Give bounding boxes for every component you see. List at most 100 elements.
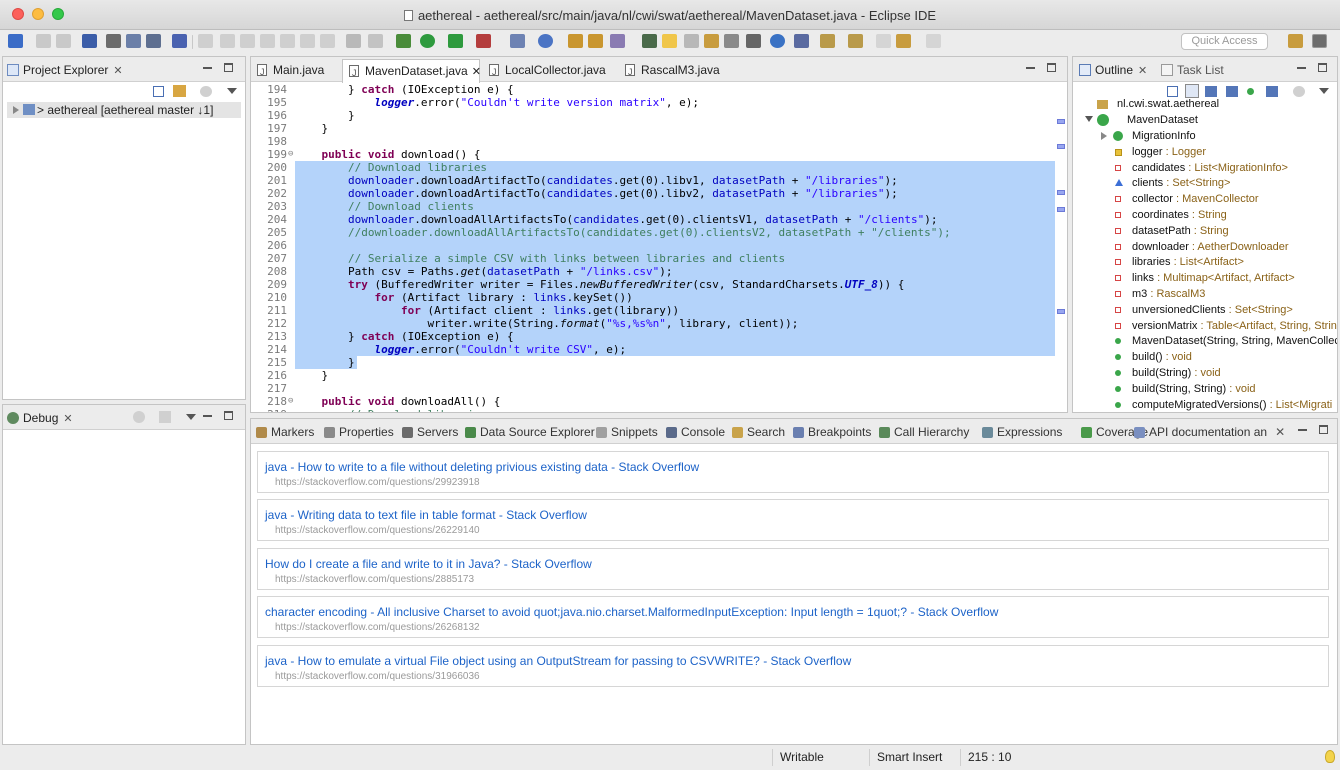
code-line[interactable]: } — [295, 356, 355, 369]
expanded-icon[interactable] — [1085, 116, 1093, 122]
pen-icon[interactable] — [610, 34, 625, 48]
outline-package[interactable]: nl.cwi.swat.aethereal — [1073, 97, 1337, 112]
run-icon[interactable] — [420, 34, 435, 48]
step-return-icon[interactable] — [320, 34, 335, 48]
outline-member[interactable]: coordinates : String — [1073, 207, 1337, 223]
outline-member[interactable]: m3 : RascalM3 — [1073, 286, 1337, 302]
overview-mark[interactable] — [1057, 309, 1065, 314]
open-perspective-icon[interactable] — [1288, 34, 1303, 48]
result-card[interactable]: java - Writing data to text file in tabl… — [257, 499, 1329, 542]
status-insert-mode[interactable]: Smart Insert — [869, 749, 959, 766]
code-line[interactable]: public void downloadAll() { — [295, 395, 501, 408]
save-all-icon[interactable] — [56, 34, 71, 48]
tab-mavendataset-java[interactable]: MavenDataset.java ✕ — [342, 59, 481, 84]
close-icon[interactable]: ✕ — [1275, 425, 1285, 439]
tab-servers[interactable]: Servers — [401, 423, 458, 441]
tab-breakpoints[interactable]: Breakpoints — [792, 423, 871, 441]
code-line[interactable]: } catch (IOException e) { — [295, 83, 514, 96]
save-icon[interactable] — [36, 34, 51, 48]
link-with-editor-icon[interactable] — [173, 85, 186, 97]
terminate-icon[interactable] — [240, 34, 255, 48]
outline-member[interactable]: candidates : List<MigrationInfo> — [1073, 160, 1337, 176]
focus-icon[interactable] — [1293, 86, 1305, 97]
code-line[interactable]: for (Artifact library : links.keySet()) — [295, 291, 632, 304]
outline-member[interactable]: MigrationInfo — [1073, 128, 1337, 144]
suspend-icon[interactable] — [220, 34, 235, 48]
task-icon[interactable] — [642, 34, 657, 48]
tab-console[interactable]: Console — [665, 423, 725, 441]
result-card[interactable]: java - How to write to a file without de… — [257, 451, 1329, 493]
open-type-icon[interactable] — [82, 34, 97, 48]
tip-bulb-icon[interactable] — [1325, 750, 1335, 763]
outline-member[interactable]: datasetPath : String — [1073, 223, 1337, 239]
word-wrap-icon[interactable] — [724, 34, 739, 48]
outline-member[interactable]: libraries : List<Artifact> — [1073, 254, 1337, 270]
close-icon[interactable]: ✕ — [472, 66, 481, 78]
collapse-all-icon[interactable] — [1167, 86, 1178, 97]
minimize-icon[interactable] — [1298, 425, 1307, 431]
step-into-icon[interactable] — [280, 34, 295, 48]
previous-annotation-icon[interactable] — [848, 34, 863, 48]
show-whitespace-icon[interactable] — [746, 34, 761, 48]
code-line[interactable]: // Serialize a simple CSV with links bet… — [295, 252, 785, 265]
minimize-icon[interactable] — [203, 63, 212, 69]
outline-member[interactable]: downloader : AetherDownloader — [1073, 239, 1337, 255]
outline-member[interactable]: logger : Logger — [1073, 144, 1337, 160]
tab-localcollector-java[interactable]: LocalCollector.java — [483, 59, 606, 83]
tab-outline[interactable]: Outline ✕ — [1077, 61, 1147, 79]
result-title-link[interactable]: java - Writing data to text file in tabl… — [265, 508, 587, 522]
next-annotation-icon[interactable] — [820, 34, 835, 48]
new-java-project-icon[interactable] — [510, 34, 525, 48]
hide-local-types-icon[interactable] — [1266, 86, 1278, 97]
last-edit-icon[interactable] — [876, 34, 891, 48]
hide-nonpublic-icon[interactable] — [1247, 88, 1254, 95]
result-title-link[interactable]: How do I create a file and write to it i… — [265, 557, 592, 571]
outline-member[interactable]: collector : MavenCollector — [1073, 191, 1337, 207]
minimize-icon[interactable] — [1026, 63, 1035, 69]
code-editor[interactable]: 194 } catch (IOException e) {195 logger.… — [251, 83, 1067, 412]
open-task-icon[interactable] — [126, 34, 141, 48]
close-icon[interactable]: ✕ — [1138, 65, 1147, 77]
code-line[interactable]: downloader.downloadAllArtifactsTo(candid… — [295, 213, 937, 226]
outline-class[interactable]: MavenDataset — [1073, 112, 1337, 128]
back-icon[interactable] — [896, 34, 911, 48]
maximize-icon[interactable] — [224, 411, 233, 420]
code-line[interactable]: // Download libraries — [295, 161, 487, 174]
close-icon[interactable]: ✕ — [113, 65, 122, 77]
tab-task-list[interactable]: Task List — [1159, 61, 1224, 79]
disconnect-icon[interactable] — [260, 34, 275, 48]
search-task-icon[interactable] — [146, 34, 161, 48]
minimize-icon[interactable] — [203, 411, 212, 417]
hide-fields-icon[interactable] — [1205, 86, 1217, 97]
outline-member[interactable]: clients : Set<String> — [1073, 175, 1337, 191]
external-tools-icon[interactable] — [476, 34, 491, 48]
highlight-icon[interactable] — [662, 34, 677, 48]
outline-member[interactable]: MavenDataset(String, String, MavenCollec — [1073, 333, 1337, 349]
code-line[interactable]: writer.write(String.format("%s,%s%n", li… — [295, 317, 798, 330]
code-line[interactable]: logger.error("Couldn't write CSV", e); — [295, 343, 626, 356]
tab-snippets[interactable]: Snippets — [595, 423, 658, 441]
outline-member[interactable]: build(String, String) : void — [1073, 381, 1337, 397]
code-line[interactable]: Path csv = Paths.get(datasetPath + "/lin… — [295, 265, 673, 278]
outline-member[interactable]: build(String) : void — [1073, 365, 1337, 381]
tree-item-project[interactable]: > aethereal [aethereal master ↓1] — [7, 102, 241, 118]
use-step-filters-icon[interactable] — [368, 34, 383, 48]
forward-icon[interactable] — [926, 34, 941, 48]
focus-icon[interactable] — [159, 411, 171, 423]
new-class-icon[interactable] — [538, 34, 553, 48]
open-file-icon[interactable] — [588, 34, 603, 48]
close-icon[interactable]: ✕ — [63, 413, 72, 425]
coverage-icon[interactable] — [448, 34, 463, 48]
tab-debug[interactable]: Debug ✕ — [5, 409, 73, 427]
new-wizard-icon[interactable] — [8, 34, 23, 48]
minimize-icon[interactable] — [1297, 63, 1306, 69]
result-title-link[interactable]: java - How to write to a file without de… — [265, 460, 699, 474]
hide-static-icon[interactable] — [1226, 86, 1238, 97]
skip-breakpoints-icon[interactable] — [172, 34, 187, 48]
result-title-link[interactable]: java - How to emulate a virtual File obj… — [265, 654, 851, 668]
result-card[interactable]: java - How to emulate a virtual File obj… — [257, 644, 1329, 687]
result-card[interactable]: character encoding - All inclusive Chars… — [257, 596, 1329, 639]
code-line[interactable]: } — [295, 122, 328, 135]
expand-icon[interactable] — [13, 106, 19, 114]
overview-mark[interactable] — [1057, 190, 1065, 195]
